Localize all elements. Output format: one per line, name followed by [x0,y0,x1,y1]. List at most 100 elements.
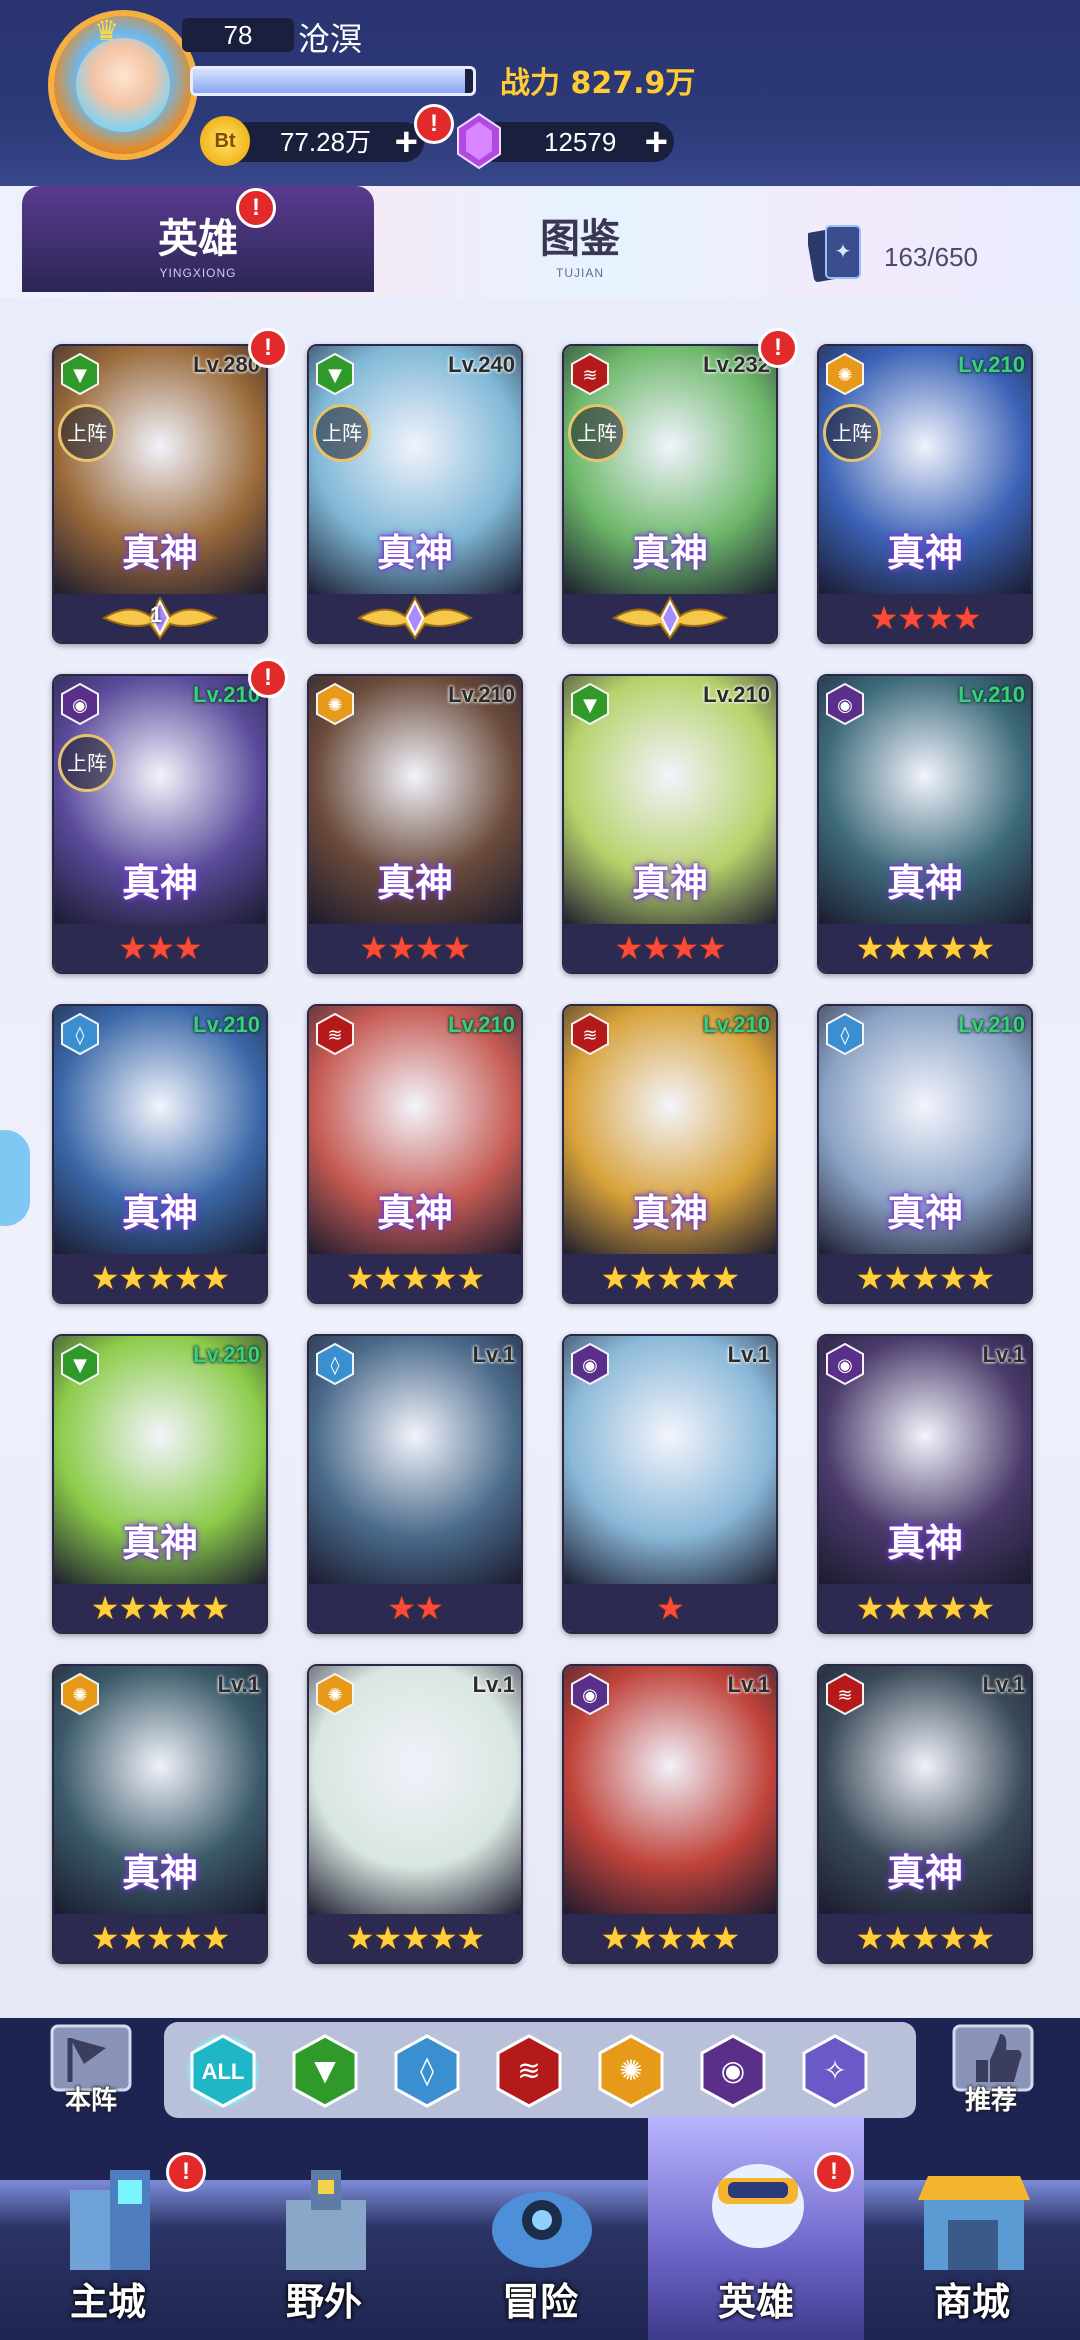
hero-footer: ★★★★★ [819,1914,1031,1962]
filter-fire-button[interactable]: ≋ [492,2032,566,2110]
hero-card[interactable]: ◉ Lv.1 真神 ★★★★★ [817,1334,1033,1634]
recommend-label: 推荐 [964,2086,1017,2116]
hero-level: Lv.1 [727,1672,770,1697]
hero-card[interactable]: ◉ Lv.1 ★ [562,1334,778,1634]
filter-all-button[interactable]: ALL [186,2032,260,2110]
rank-emblem: 真神 [886,1521,963,1565]
hero-card[interactable]: ◊ Lv.210 真神 ★★★★★ [817,1004,1033,1304]
star-rating: ★★★★★ [90,1260,230,1296]
hero-level: Lv.1 [727,1342,770,1367]
hero-level: Lv.210 [703,682,770,707]
svg-text:ALL: ALL [202,2059,245,2084]
hero-level: Lv.210 [448,1012,515,1037]
hero-alert-badge: ! [248,328,288,368]
player-avatar[interactable]: ♛ [48,10,198,160]
medal-count: 1 [150,602,163,627]
filter-nature-button[interactable]: ▼ [288,2032,362,2110]
hero-level: Lv.240 [448,352,515,377]
hero-footer: ★★★★★ [309,1914,521,1962]
star-rating: ★★★ [118,930,202,966]
hero-card[interactable]: ◉ Lv.210 上阵 真神 ★★★ [52,674,268,974]
tab-collection-sub: TUJIAN [556,266,604,280]
nature-element-icon: ▼ [61,352,99,396]
hero-level: Lv.1 [472,1342,515,1367]
hero-level: Lv.210 [193,1012,260,1037]
nav-label: 商城 [933,2280,1010,2324]
nav-hero-button[interactable]: 英雄 [648,2116,864,2340]
hero-card[interactable]: ◉ Lv.210 真神 ★★★★★ [817,674,1033,974]
hero-card[interactable]: ▼ Lv.280 上阵 真神 1 [52,344,268,644]
deployed-badge: 上阵 [823,404,881,462]
hero-level: Lv.210 [958,1012,1025,1037]
hero-card[interactable]: ◊ Lv.210 真神 ★★★★★ [52,1004,268,1304]
side-scroll-tab[interactable] [0,1130,30,1226]
hero-card[interactable]: ▼ Lv.210 真神 ★★★★ [562,674,778,974]
hero-card[interactable]: ◊ Lv.1 ★★ [307,1334,523,1634]
nav-label: 冒险 [501,2280,578,2324]
shop-icon [918,2176,1030,2270]
hero-level: Lv.210 [958,352,1025,377]
light-element-icon: ✺ [61,1672,99,1716]
star-rating: ★★★★★ [600,1260,740,1296]
svg-text:◊: ◊ [76,1025,85,1046]
tab-collection[interactable]: 图鉴 TUJIAN [430,186,730,292]
nav-label: 主城 [69,2280,146,2324]
svg-text:✺: ✺ [619,2054,642,2087]
hero-level: Lv.1 [982,1342,1025,1367]
filter-spirit-button[interactable]: ✧ [798,2032,872,2110]
filter-water-button[interactable]: ◊ [390,2032,464,2110]
add-gem-button[interactable]: + [645,122,668,162]
hero-card[interactable]: ✺ Lv.1 ★★★★★ [307,1664,523,1964]
hero-card[interactable]: ◉ Lv.1 ★★★★★ [562,1664,778,1964]
crown-icon: ♛ [94,15,120,46]
gem-amount: 12579 [544,127,617,157]
svg-text:≋: ≋ [517,2054,540,2087]
deployed-badge: 上阵 [58,734,116,792]
hero-card[interactable]: ≋ Lv.1 真神 ★★★★★ [817,1664,1033,1964]
combat-power: 战力 827.9万 [500,66,696,101]
hero-level: Lv.1 [217,1672,260,1697]
hero-card[interactable]: ≋ Lv.232 上阵 真神 [562,344,778,644]
hero-card[interactable]: ≋ Lv.210 真神 ★★★★★ [562,1004,778,1304]
svg-text:▼: ▼ [314,2054,336,2087]
exp-bar [190,66,476,96]
gold-alert-badge: ! [414,104,454,144]
filter-light-button[interactable]: ✺ [594,2032,668,2110]
hero-footer: ★★★★★ [564,1914,776,1962]
hero-footer: ★★★★★ [309,1254,521,1302]
svg-text:≋: ≋ [582,365,597,386]
nav-shop-button[interactable]: 商城 [864,2140,1080,2340]
nature-element-icon: ▼ [61,1342,99,1386]
gem-resource: 12579 + [457,112,674,170]
hero-card[interactable]: ▼ Lv.210 真神 ★★★★★ [52,1334,268,1634]
hero-card[interactable]: ≋ Lv.210 真神 ★★★★★ [307,1004,523,1304]
star-rating: ★★★★★ [90,1590,230,1626]
svg-text:≋: ≋ [837,1685,852,1706]
dark-element-icon: ◉ [61,682,99,726]
nav-field-button[interactable]: 野外 [216,2140,432,2340]
svg-text:▼: ▼ [73,1355,87,1376]
hero-footer: ★★★★★ [564,1254,776,1302]
nav-adventure-button[interactable]: 冒险 [432,2140,648,2340]
rank-emblem: 真神 [121,531,198,575]
rank-emblem: 真神 [121,1851,198,1895]
deployed-badge: 上阵 [313,404,371,462]
hero-card[interactable]: ✺ Lv.210 真神 ★★★★ [307,674,523,974]
hero-card[interactable]: ✺ Lv.1 真神 ★★★★★ [52,1664,268,1964]
water-element-icon: ◊ [826,1012,864,1056]
tab-heroes-badge: ! [236,188,276,228]
fire-element-icon: ≋ [826,1672,864,1716]
collection-count: 163/650 [884,242,978,272]
svg-text:✧: ✧ [823,2054,846,2087]
tab-heroes-label: 英雄 [158,215,238,262]
gem-icon [457,112,501,170]
rank-emblem: 真神 [631,861,708,905]
svg-text:✦: ✦ [835,239,852,263]
filter-dark-button[interactable]: ◉ [696,2032,770,2110]
hero-level: Lv.210 [703,1012,770,1037]
top-header: ♛ 78 沧溟 战力 827.9万 Bt 77.28万 + ! 12579 + [0,0,1080,200]
svg-text:▼: ▼ [583,695,597,716]
hero-card[interactable]: ✺ Lv.210 上阵 真神 ★★★★ [817,344,1033,644]
hero-card[interactable]: ▼ Lv.240 上阵 真神 [307,344,523,644]
tab-heroes[interactable]: 英雄 YINGXIONG [22,186,374,292]
